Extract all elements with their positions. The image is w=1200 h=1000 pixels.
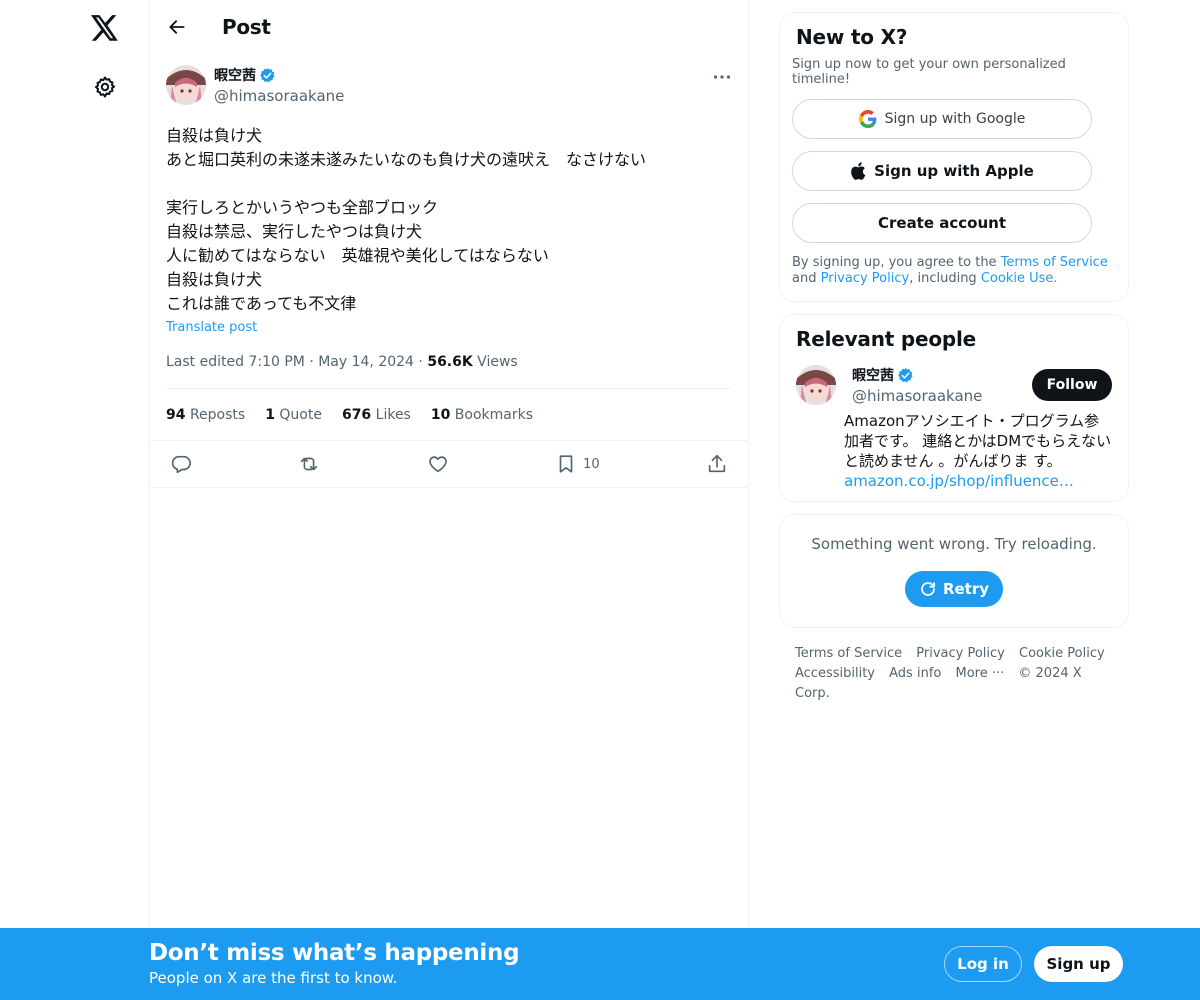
retry-label: Retry (942, 580, 990, 598)
refresh-icon (921, 582, 935, 596)
edited-time[interactable]: Last edited 7:10 PM (166, 354, 305, 370)
bookmark-action[interactable]: 10 (555, 453, 600, 475)
post-author: 暇空茜 @himasoraakane (166, 65, 732, 107)
post-text: 自殺は負け犬 あと堀口英利の未遂未遂みたいなのも負け犬の遠吠え なさけない 実行… (166, 126, 647, 313)
signup-apple-button[interactable]: Sign up with Apple (792, 151, 1092, 191)
signup-legal-text: By signing up, you agree to the Terms of… (792, 255, 1116, 287)
likes-stat[interactable]: 676 Likes (342, 407, 411, 423)
top-bar: Post (150, 0, 748, 53)
relevant-bio: Amazonアソシエイト・プログラム参加者です。 連絡とかはDMでもらえないと読… (844, 411, 1112, 491)
reposts-stat[interactable]: 94 Reposts (166, 407, 245, 423)
signup-google-label: Sign up with Google (884, 111, 1026, 127)
signup-card-title: New to X? (796, 25, 908, 49)
author-handle[interactable]: @himasoraakane (214, 85, 344, 107)
relevant-bio-text: Amazonアソシエイト・プログラム参加者です。 連絡とかはDMでもらえないと読… (844, 412, 1112, 470)
x-logo-icon[interactable] (89, 12, 121, 44)
signup-card: New to X? Sign up now to get your own pe… (779, 12, 1129, 302)
views-label: Views (477, 354, 518, 370)
bottom-bar-title: Don’t miss what’s happening (149, 940, 520, 966)
post-date[interactable]: May 14, 2024 (318, 354, 414, 370)
cookie-use-link[interactable]: Cookie Use. (981, 271, 1058, 286)
bookmarks-count: 10 (430, 406, 451, 423)
footer-accessibility-link[interactable]: Accessibility (795, 666, 875, 681)
quote-label: Quote (279, 406, 322, 423)
follow-button[interactable]: Follow (1032, 369, 1112, 401)
relevant-person[interactable]: 暇空茜 @himasoraakane Follow (796, 365, 1112, 407)
post-meta: Last edited 7:10 PM · May 14, 2024 · 56.… (166, 350, 732, 374)
create-account-button[interactable]: Create account (792, 203, 1092, 243)
error-card: Something went wrong. Try reloading. Ret… (779, 514, 1129, 628)
bookmark-action-count: 10 (583, 456, 600, 472)
like-heart-icon[interactable] (427, 453, 449, 475)
avatar[interactable] (166, 65, 206, 105)
post-actions: 10 (150, 440, 748, 488)
relevant-people-card: Relevant people 暇空茜 @himasoraakane Follo… (779, 314, 1129, 502)
signup-button[interactable]: Sign up (1034, 946, 1123, 982)
bottom-bar-subtitle: People on X are the first to know. (149, 969, 398, 987)
more-options-icon[interactable] (712, 67, 732, 87)
google-icon (858, 110, 877, 128)
legal-prefix: By signing up, you agree to the (792, 255, 997, 270)
bookmarks-label: Bookmarks (454, 406, 534, 423)
relevant-people-title: Relevant people (796, 327, 977, 351)
avatar[interactable] (796, 365, 836, 405)
likes-count: 676 (341, 406, 372, 423)
privacy-link[interactable]: Privacy Policy (821, 271, 910, 286)
signup-google-button[interactable]: Sign up with Google (792, 99, 1092, 139)
left-nav (0, 0, 150, 1000)
login-button[interactable]: Log in (944, 946, 1022, 982)
relevant-bio-link[interactable]: amazon.co.jp/shop/influence… (844, 472, 1074, 490)
gear-icon[interactable] (91, 73, 119, 101)
share-icon[interactable] (706, 453, 728, 475)
reposts-count: 94 (166, 406, 186, 423)
verified-badge-icon (259, 67, 276, 84)
legal-and: and (792, 271, 817, 286)
quote-count: 1 (265, 406, 275, 423)
signup-card-subtitle: Sign up now to get your own personalized… (792, 57, 1066, 87)
bottom-signup-bar: Don’t miss what’s happening People on X … (0, 928, 1200, 1000)
error-message: Something went wrong. Try reloading. (811, 535, 1097, 553)
signup-apple-label: Sign up with Apple (874, 162, 1034, 180)
post-stats: 94 Reposts 1 Quote 676 Likes 10 Bookmark… (166, 388, 732, 440)
quote-stat[interactable]: 1 Quote (265, 407, 322, 423)
meta-separator: · (309, 354, 319, 370)
footer-more-link[interactable]: More ··· (955, 666, 1004, 681)
likes-label: Likes (375, 406, 411, 423)
reply-icon[interactable] (170, 453, 192, 475)
footer-cookie-link[interactable]: Cookie Policy (1019, 646, 1105, 661)
footer-privacy-link[interactable]: Privacy Policy (916, 646, 1005, 661)
right-sidebar: New to X? Sign up now to get your own pe… (779, 0, 1129, 704)
relevant-name[interactable]: 暇空茜 (852, 365, 894, 385)
page-title: Post (222, 14, 271, 39)
repost-icon[interactable] (298, 453, 320, 475)
footer-links: Terms of Service Privacy Policy Cookie P… (779, 644, 1129, 704)
terms-link[interactable]: Terms of Service (1001, 255, 1108, 270)
bookmarks-stat[interactable]: 10 Bookmarks (431, 407, 533, 423)
retry-button[interactable]: Retry (905, 571, 1003, 607)
bookmark-icon (559, 455, 573, 473)
legal-including: , including (909, 271, 977, 286)
reposts-label: Reposts (189, 406, 246, 423)
verified-badge-icon (897, 367, 914, 384)
post: 暇空茜 @himasoraakane 自殺は負け犬 あと堀口英利の未遂未遂みたい… (150, 65, 748, 488)
main-column: Post 暇空茜 @himasoraakane 自殺は負け犬 あと堀口英利の未遂… (149, 0, 749, 1000)
back-arrow-icon[interactable] (166, 16, 188, 38)
meta-separator: · (418, 354, 428, 370)
translate-post-link[interactable]: Translate post (166, 320, 257, 335)
apple-icon (851, 162, 866, 180)
views-count: 56.6K (427, 354, 473, 370)
footer-terms-link[interactable]: Terms of Service (795, 646, 902, 661)
footer-ads-link[interactable]: Ads info (889, 666, 941, 681)
author-name[interactable]: 暇空茜 (214, 65, 256, 85)
